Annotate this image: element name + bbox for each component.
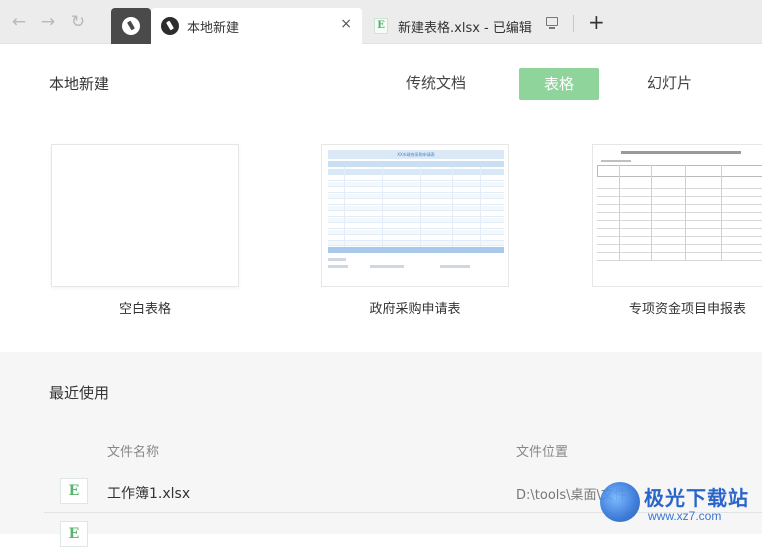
- sheet-column: [651, 165, 652, 260]
- sheet-row: [328, 218, 504, 223]
- sheet-column: [452, 167, 453, 247]
- sheet-column-header: [328, 169, 504, 175]
- spreadsheet-file-icon: E: [374, 18, 388, 34]
- sheet-footer-line: [328, 258, 346, 261]
- sheet-row: [597, 254, 762, 261]
- sheet-row: [328, 241, 504, 246]
- sheet-row: [328, 212, 504, 217]
- home-tab[interactable]: [111, 8, 151, 44]
- template-sheet-title: XX市政府采购申请表: [328, 150, 504, 159]
- sheet-row: [597, 206, 762, 213]
- sheet-row: [328, 188, 504, 193]
- tab-divider: [573, 15, 574, 32]
- sheet-subtitle-line: [601, 160, 631, 162]
- sheet-row: [328, 182, 504, 187]
- forward-arrow-icon[interactable]: →: [37, 11, 59, 33]
- sheet-column: [420, 167, 421, 247]
- sheet-column: [721, 165, 722, 260]
- sheet-row: [328, 176, 504, 181]
- logo-icon: [122, 17, 140, 35]
- sheet-footer-line: [328, 265, 348, 268]
- page-title: 本地新建: [49, 75, 110, 93]
- sheet-column: [480, 167, 481, 247]
- monitor-icon[interactable]: [546, 17, 558, 29]
- template-gov-procurement[interactable]: XX市政府采购申请表: [321, 144, 509, 287]
- sheet-row: [597, 230, 762, 237]
- sheet-total-row: [328, 247, 504, 253]
- tab-local-new[interactable]: 本地新建 ×: [151, 8, 362, 45]
- watermark-url: www.xz7.com: [648, 509, 722, 523]
- template-blank-spreadsheet[interactable]: [51, 144, 239, 287]
- sheet-header-band: [328, 161, 504, 167]
- category-tab-spreadsheet[interactable]: 表格: [519, 68, 599, 100]
- sheet-column: [685, 165, 686, 260]
- sheet-row: [597, 198, 762, 205]
- logo-icon: [161, 17, 179, 35]
- template-label[interactable]: 专项资金项目申报表: [600, 298, 762, 317]
- back-arrow-icon[interactable]: ←: [8, 11, 30, 33]
- category-tab-document[interactable]: 传统文档: [406, 72, 466, 93]
- tab-new-spreadsheet[interactable]: E 新建表格.xlsx - 已编辑: [364, 8, 544, 44]
- tab-title: 本地新建: [187, 21, 240, 36]
- spreadsheet-file-icon: E: [60, 521, 88, 547]
- sheet-column: [344, 167, 345, 247]
- globe-logo-icon: [600, 482, 640, 522]
- new-tab-plus-icon[interactable]: +: [588, 12, 605, 32]
- sheet-row: [328, 230, 504, 235]
- sheet-row: [328, 206, 504, 211]
- spreadsheet-file-icon: E: [60, 478, 88, 504]
- sheet-row: [328, 200, 504, 205]
- sheet-row: [597, 246, 762, 253]
- sheet-column: [619, 165, 620, 260]
- close-icon[interactable]: ×: [340, 16, 352, 32]
- recent-title: 最近使用: [49, 384, 110, 402]
- sheet-row: [597, 222, 762, 229]
- site-watermark: 极光下载站 www.xz7.com: [600, 480, 762, 528]
- column-header-file-location: 文件位置: [516, 445, 569, 460]
- sheet-row: [597, 182, 762, 189]
- sheet-column-header: [597, 165, 762, 177]
- template-label[interactable]: 政府采购申请表: [321, 298, 509, 317]
- sheet-row: [597, 238, 762, 245]
- file-name: 工作簿1.xlsx: [107, 486, 191, 502]
- sheet-row: [597, 214, 762, 221]
- column-header-file-name: 文件名称: [107, 445, 160, 460]
- sheet-row: [328, 194, 504, 199]
- watermark-text: 极光下载站: [644, 488, 749, 510]
- tab-bar: ← → ↻ 本地新建 × E 新建表格.xlsx - 已编辑 +: [0, 0, 762, 45]
- template-special-fund[interactable]: [592, 144, 762, 287]
- sheet-footer-line: [370, 265, 404, 268]
- sheet-row: [328, 224, 504, 229]
- category-tab-slides[interactable]: 幻灯片: [647, 72, 692, 93]
- reload-icon[interactable]: ↻: [67, 11, 89, 33]
- sheet-title-line: [621, 151, 741, 154]
- tab-title: 新建表格.xlsx - 已编辑: [398, 21, 532, 36]
- sheet-column: [382, 167, 383, 247]
- sheet-row: [597, 190, 762, 197]
- sheet-footer-line: [440, 265, 470, 268]
- template-label[interactable]: 空白表格: [51, 298, 239, 317]
